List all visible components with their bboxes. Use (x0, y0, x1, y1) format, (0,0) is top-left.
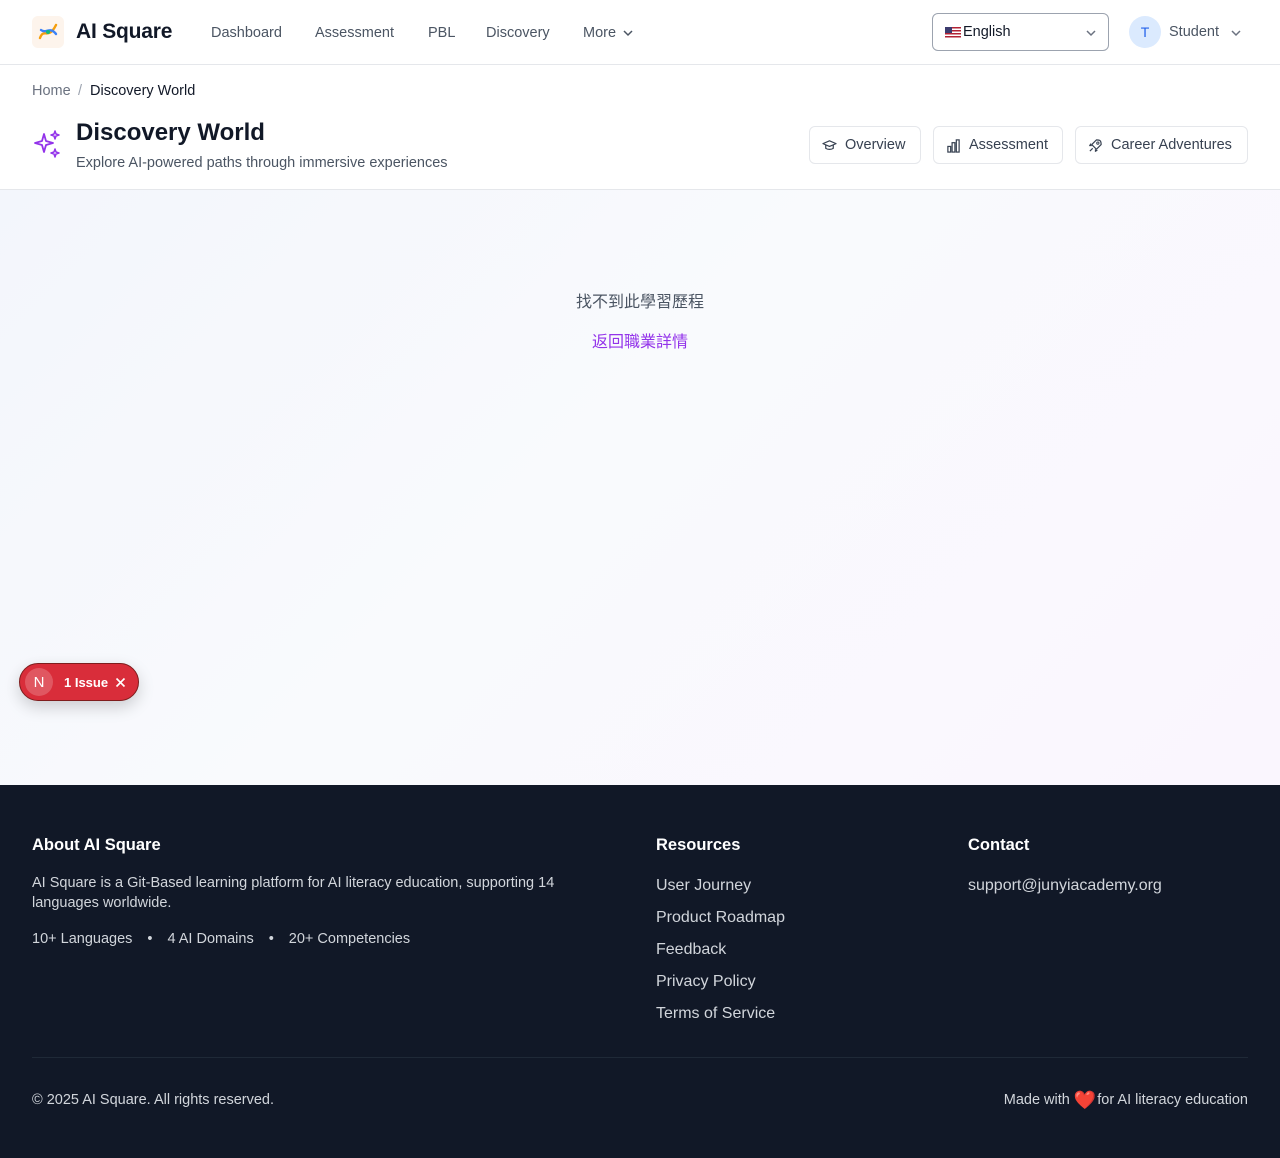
top-navigation: AI Square Dashboard Assessment PBL Disco… (0, 0, 1280, 65)
stat-separator: • (268, 931, 274, 947)
nextjs-logo-icon[interactable]: N (25, 668, 53, 696)
made-with-prefix: Made with (1003, 1092, 1070, 1108)
career-adventures-button[interactable]: Career Adventures (1075, 126, 1248, 164)
career-adventures-label: Career Adventures (1111, 137, 1232, 153)
footer-resources-heading: Resources (656, 836, 741, 854)
sparkles-icon (34, 130, 60, 158)
footer-about-text: AI Square is a Git-Based learning platfo… (32, 875, 555, 911)
close-icon[interactable] (114, 676, 127, 689)
issues-badge[interactable]: N 1 Issue (19, 663, 139, 701)
footer-about-heading: About AI Square (32, 836, 161, 854)
nav-link-dashboard[interactable]: Dashboard (211, 25, 282, 41)
graduation-cap-icon (822, 139, 837, 150)
stat-languages: 10+ Languages (32, 931, 133, 947)
us-flag-icon (945, 26, 961, 38)
rocket-icon (1088, 138, 1102, 152)
main-content: 找不到此學習歷程 返回職業詳情 (0, 190, 1280, 785)
footer-stats: 10+ Languages • 4 AI Domains • 20+ Compe… (32, 931, 410, 947)
nav-link-discovery[interactable]: Discovery (486, 25, 550, 41)
footer-contact-heading: Contact (968, 836, 1030, 854)
not-found-message: 找不到此學習歷程 (575, 294, 704, 311)
language-select[interactable]: English (932, 13, 1109, 51)
chevron-down-icon[interactable] (1229, 26, 1243, 40)
footer-link-feedback[interactable]: Feedback (656, 941, 726, 959)
nav-link-pbl[interactable]: PBL (428, 25, 455, 41)
footer: About AI Square AI Square is a Git-Based… (0, 785, 1280, 1158)
footer-divider (32, 1057, 1248, 1058)
logo-icon[interactable] (32, 16, 64, 48)
chevron-down-icon (623, 30, 633, 37)
nav-link-assessment[interactable]: Assessment (315, 25, 394, 41)
bar-chart-icon (947, 138, 960, 153)
brand-name[interactable]: AI Square (76, 20, 172, 44)
overview-label: Overview (845, 137, 906, 153)
footer-link-product-roadmap[interactable]: Product Roadmap (656, 909, 785, 927)
footer-link-terms-of-service[interactable]: Terms of Service (656, 1005, 775, 1023)
user-avatar[interactable]: T (1129, 16, 1161, 48)
issues-count-label[interactable]: 1 Issue (64, 675, 108, 690)
footer-link-privacy-policy[interactable]: Privacy Policy (656, 973, 756, 991)
stat-competencies: 20+ Competencies (288, 931, 411, 947)
heart-icon: ❤️ (1073, 1090, 1097, 1110)
breadcrumb-home[interactable]: Home (32, 83, 71, 99)
page-subtitle: Explore AI-powered paths through immersi… (76, 155, 448, 171)
overview-button[interactable]: Overview (809, 126, 921, 164)
made-with-suffix: for AI literacy education (1097, 1092, 1248, 1108)
language-value: English (963, 24, 1011, 40)
page-header: Home / Discovery World Discovery World E… (0, 65, 1280, 190)
back-to-career-link[interactable]: 返回職業詳情 (0, 328, 1280, 352)
nav-more-label: More (583, 25, 617, 41)
page-title: Discovery World (76, 119, 265, 146)
nav-more-menu[interactable]: More (583, 25, 634, 41)
breadcrumb-separator: / (78, 83, 83, 99)
assessment-button[interactable]: Assessment (933, 126, 1063, 164)
user-menu-label[interactable]: Student (1169, 24, 1219, 40)
chevron-down-icon (1086, 30, 1096, 37)
footer-link-user-journey[interactable]: User Journey (656, 877, 751, 895)
footer-copyright: © 2025 AI Square. All rights reserved. (32, 1092, 275, 1108)
footer-contact-email[interactable]: support@junyiacademy.org (968, 877, 1162, 895)
assessment-label: Assessment (969, 137, 1048, 153)
stat-separator: • (147, 931, 153, 947)
footer-made-with: Made with ❤️ for AI literacy education (1003, 1090, 1248, 1110)
breadcrumb-current: Discovery World (90, 83, 196, 99)
stat-domains: 4 AI Domains (167, 931, 254, 947)
